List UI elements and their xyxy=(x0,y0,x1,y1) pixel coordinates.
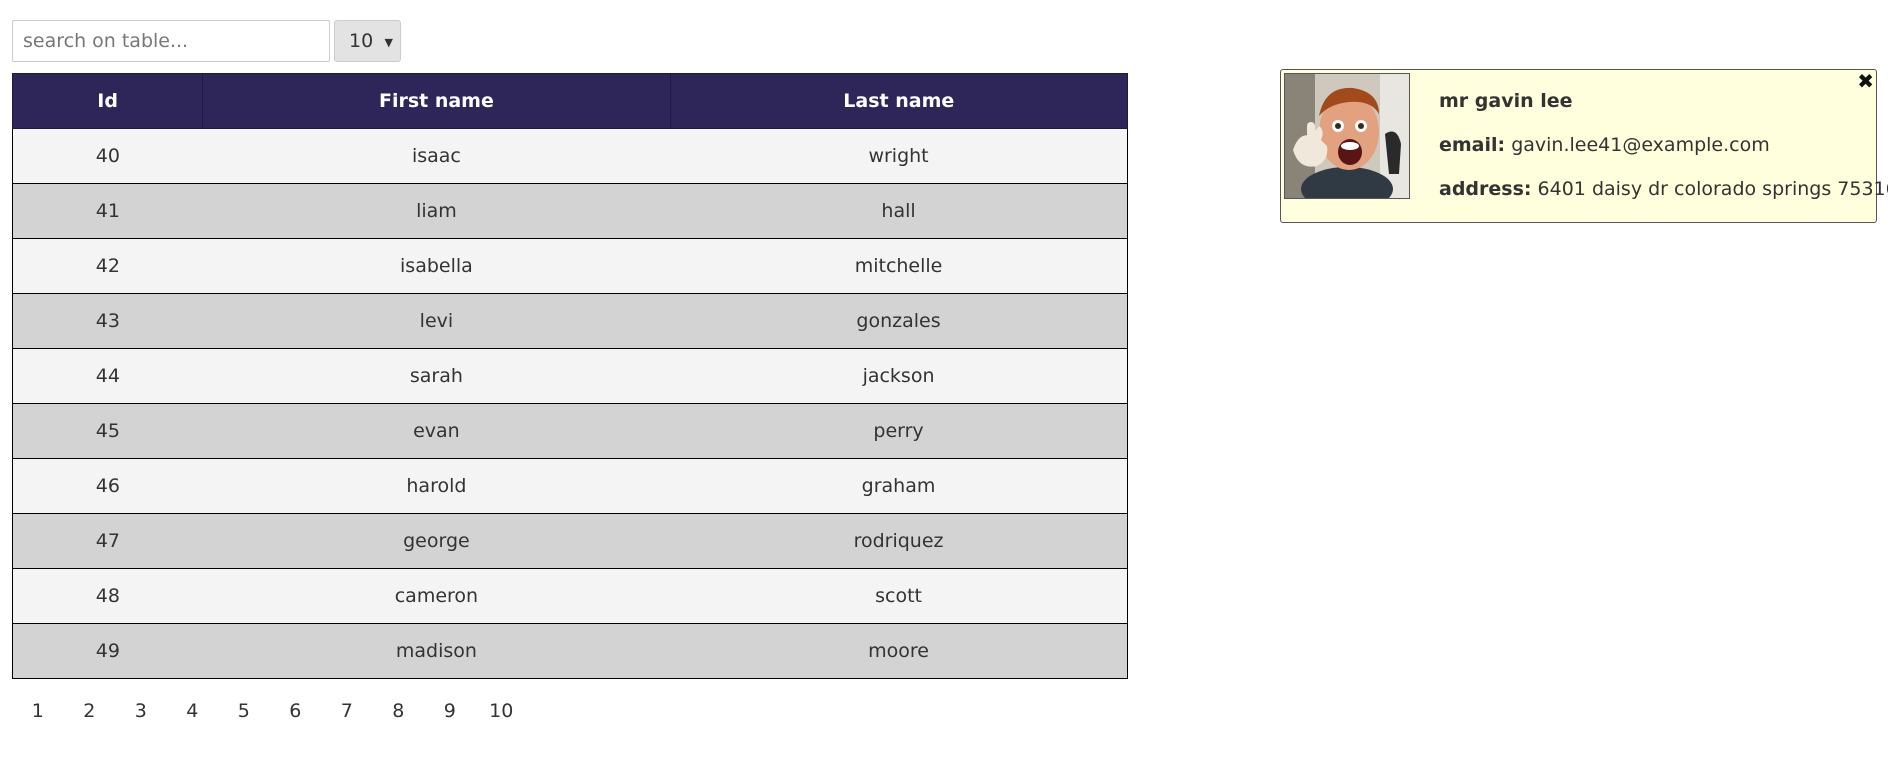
page-link-6[interactable]: 6 xyxy=(270,700,322,722)
column-header-last-name[interactable]: Last name xyxy=(669,73,1129,129)
chevron-down-icon: ▼ xyxy=(384,36,393,49)
column-header-id[interactable]: Id xyxy=(11,73,204,129)
cell-id: 42 xyxy=(11,238,203,294)
address-label: address: xyxy=(1439,178,1532,200)
cell-id: 47 xyxy=(11,513,203,569)
table-row[interactable]: 42 isabella mitchelle xyxy=(11,238,1129,294)
page-link-2[interactable]: 2 xyxy=(64,700,116,722)
page-link-8[interactable]: 8 xyxy=(373,700,425,722)
data-table: Id First name Last name 40 isaac wright … xyxy=(11,73,1129,679)
close-icon[interactable]: ✖ xyxy=(1857,70,1874,92)
page-link-5[interactable]: 5 xyxy=(218,700,270,722)
cell-first-name: cameron xyxy=(202,568,671,624)
cell-last-name: rodriquez xyxy=(670,513,1129,569)
table-row[interactable]: 41 liam hall xyxy=(11,183,1129,239)
cell-last-name: wright xyxy=(670,128,1129,184)
page-link-7[interactable]: 7 xyxy=(321,700,373,722)
cell-id: 48 xyxy=(11,568,203,624)
cell-first-name: george xyxy=(202,513,671,569)
table-row[interactable]: 46 harold graham xyxy=(11,458,1129,514)
user-full-name: mr gavin lee xyxy=(1439,90,1573,112)
cell-id: 41 xyxy=(11,183,203,239)
cell-last-name: gonzales xyxy=(670,293,1129,349)
page-size-value: 10 xyxy=(349,30,374,52)
cell-first-name: madison xyxy=(202,623,671,679)
cell-last-name: mitchelle xyxy=(670,238,1129,294)
cell-last-name: hall xyxy=(670,183,1129,239)
table-controls: 10 ▼ xyxy=(12,20,401,62)
cell-first-name: liam xyxy=(202,183,671,239)
user-address-row: address: 6401 daisy dr colorado springs … xyxy=(1439,178,1888,222)
cell-first-name: sarah xyxy=(202,348,671,404)
cell-last-name: jackson xyxy=(670,348,1129,404)
page-size-select[interactable]: 10 ▼ xyxy=(334,20,401,62)
user-email: gavin.lee41@example.com xyxy=(1511,134,1770,156)
cell-last-name: scott xyxy=(670,568,1129,624)
table-row[interactable]: 47 george rodriquez xyxy=(11,513,1129,569)
cell-first-name: evan xyxy=(202,403,671,459)
cell-last-name: perry xyxy=(670,403,1129,459)
table-row[interactable]: 45 evan perry xyxy=(11,403,1129,459)
table-row[interactable]: 43 levi gonzales xyxy=(11,293,1129,349)
user-address: 6401 daisy dr colorado springs 75316 xyxy=(1537,178,1888,200)
search-input[interactable] xyxy=(12,20,330,62)
page-link-10[interactable]: 10 xyxy=(476,700,528,722)
page: 10 ▼ Id First name Last name 40 isaac wr… xyxy=(0,0,1888,758)
table-row[interactable]: 49 madison moore xyxy=(11,623,1129,679)
avatar-photo xyxy=(1285,74,1409,198)
page-link-4[interactable]: 4 xyxy=(167,700,219,722)
cell-id: 40 xyxy=(11,128,203,184)
table-header-row: Id First name Last name xyxy=(11,73,1129,129)
cell-first-name: isaac xyxy=(202,128,671,184)
cell-last-name: graham xyxy=(670,458,1129,514)
avatar xyxy=(1284,73,1410,199)
cell-id: 43 xyxy=(11,293,203,349)
cell-id: 49 xyxy=(11,623,203,679)
cell-id: 46 xyxy=(11,458,203,514)
user-detail-info: mr gavin lee email: gavin.lee41@example.… xyxy=(1439,90,1888,222)
column-header-first-name[interactable]: First name xyxy=(202,73,671,129)
cell-first-name: harold xyxy=(202,458,671,514)
page-link-1[interactable]: 1 xyxy=(12,700,64,722)
cell-id: 44 xyxy=(11,348,203,404)
page-link-9[interactable]: 9 xyxy=(424,700,476,722)
user-detail-card: ✖ mr gavin lee email: gavin.lee41@exampl… xyxy=(1280,69,1888,223)
table-row[interactable]: 40 isaac wright xyxy=(11,128,1129,184)
table-row[interactable]: 48 cameron scott xyxy=(11,568,1129,624)
table-row[interactable]: 44 sarah jackson xyxy=(11,348,1129,404)
user-email-row: email: gavin.lee41@example.com xyxy=(1439,134,1888,178)
cell-first-name: levi xyxy=(202,293,671,349)
page-link-3[interactable]: 3 xyxy=(115,700,167,722)
cell-first-name: isabella xyxy=(202,238,671,294)
cell-last-name: moore xyxy=(670,623,1129,679)
email-label: email: xyxy=(1439,134,1506,156)
cell-id: 45 xyxy=(11,403,203,459)
pagination: 1 2 3 4 5 6 7 8 9 10 xyxy=(12,700,527,722)
